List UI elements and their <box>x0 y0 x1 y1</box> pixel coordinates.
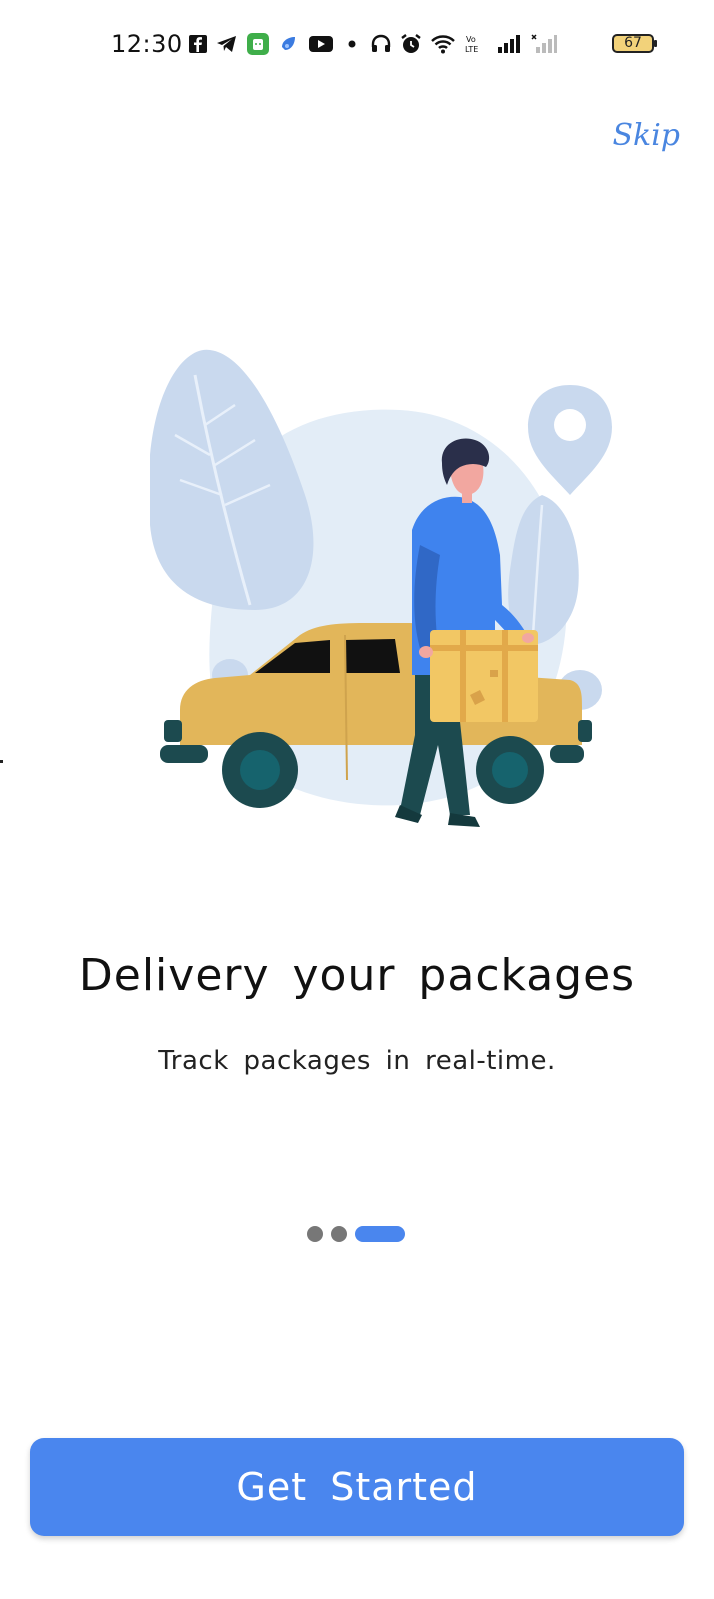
battery-icon: 67 <box>612 34 657 53</box>
onboarding-title: Delivery your packages <box>78 950 636 1001</box>
page-dot-active[interactable] <box>355 1226 405 1242</box>
status-bar: 12:30 Vo LTE 67 <box>0 0 714 92</box>
onboarding-subtitle: Track packages in real-time. <box>158 1046 556 1076</box>
page-dot[interactable] <box>331 1226 347 1242</box>
page-indicator <box>307 1226 405 1242</box>
skip-button[interactable]: Skip <box>612 118 680 153</box>
wifi-icon <box>431 35 455 54</box>
dot-icon <box>348 40 356 48</box>
facebook-icon <box>189 35 207 53</box>
battery-level: 67 <box>624 35 642 51</box>
edge-mark <box>0 760 3 763</box>
alarm-icon <box>401 34 421 53</box>
get-started-button[interactable]: Get Started <box>30 1438 684 1536</box>
volte-icon: VoLTE <box>465 35 478 54</box>
headphones-icon <box>371 34 391 52</box>
app-icon <box>282 37 295 50</box>
delivery-illustration <box>150 349 612 827</box>
telegram-icon <box>217 36 236 52</box>
signal-2-icon <box>531 34 557 53</box>
status-icons: Vo LTE <box>188 30 558 58</box>
svg-text:Vo: Vo <box>466 35 476 44</box>
android-app-icon <box>247 33 269 55</box>
svg-text:LTE: LTE <box>465 45 478 54</box>
youtube-icon <box>309 36 333 52</box>
status-time: 12:30 <box>111 30 183 58</box>
signal-icon <box>498 35 520 53</box>
page-dot[interactable] <box>307 1226 323 1242</box>
